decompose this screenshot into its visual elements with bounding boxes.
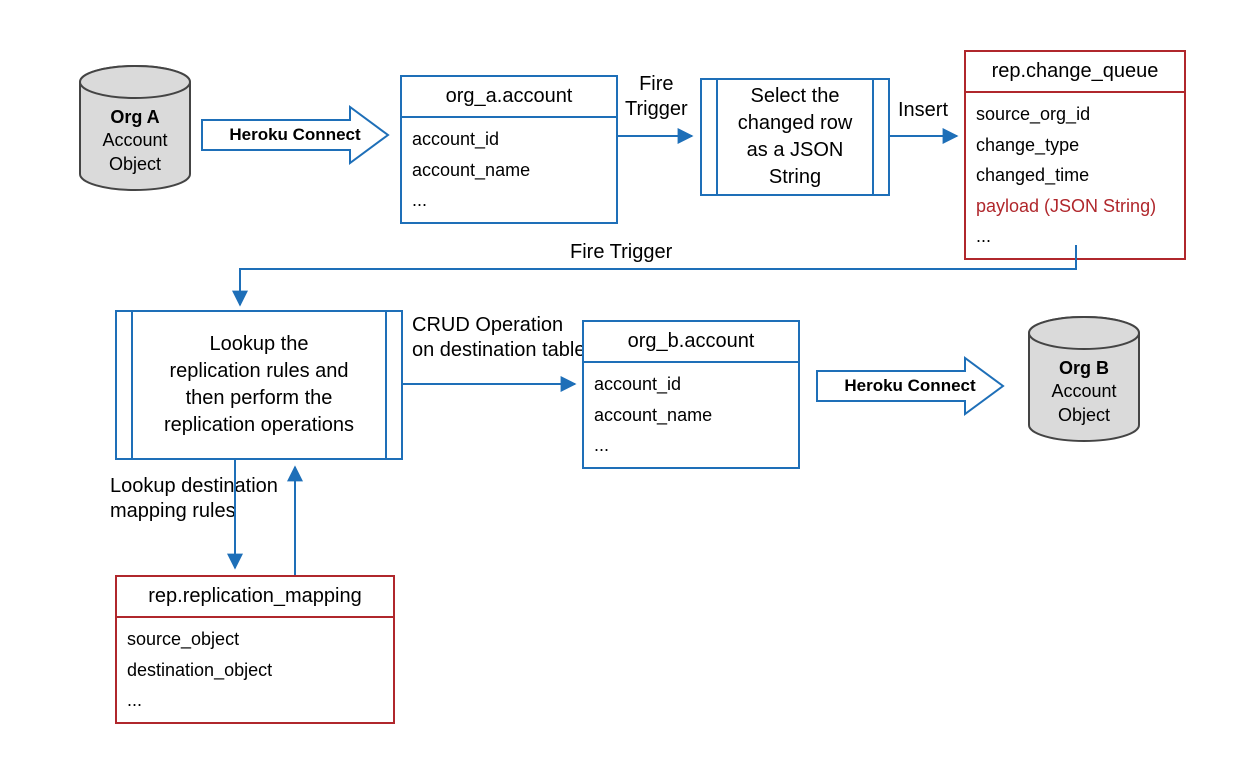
change-queue-row: changed_time [976,160,1174,191]
table-a-name: org_a.account [402,77,616,118]
process-lookup: Lookup the replication rules and then pe… [115,310,403,460]
rep-mapping-row: destination_object [127,655,383,686]
heroku-connect-arrow-2: Heroku Connect [815,356,1005,416]
change-queue-row-payload: payload (JSON String) [976,191,1174,222]
change-queue-row: change_type [976,130,1174,161]
db-b-title: Org B [1059,358,1109,378]
table-a-row: account_name [412,155,606,186]
replication-diagram: Org A Account Object Heroku Connect org_… [0,0,1253,776]
heroku-connect-label-2: Heroku Connect [844,376,975,396]
db-a-sub2: Object [109,154,161,174]
table-b-row: ... [594,430,788,461]
rep-mapping-row: source_object [127,624,383,655]
arrow-mapping-double [200,460,340,580]
change-queue-name: rep.change_queue [966,52,1184,93]
table-change-queue: rep.change_queue source_org_id change_ty… [964,50,1186,260]
arrow-to-select [618,126,700,146]
db-b-sub1: Account [1051,381,1116,401]
rep-mapping-row: ... [127,685,383,716]
table-b-row: account_name [594,400,788,431]
table-a-row: ... [412,185,606,216]
label-crud: CRUD Operation on destination table [412,313,585,363]
db-b-sub2: Object [1058,405,1110,425]
label-fire-trigger-1: Fire Trigger [625,72,688,122]
change-queue-row: source_org_id [976,99,1174,130]
table-b-name: org_b.account [584,322,798,363]
db-org-b: Org B Account Object [1024,315,1144,445]
table-b-row: account_id [594,369,788,400]
db-a-sub1: Account [102,130,167,150]
db-org-a: Org A Account Object [75,64,195,194]
label-insert: Insert [898,98,948,123]
process-select-json: Select the changed row as a JSON String [700,78,890,196]
db-a-title: Org A [110,107,159,127]
arrow-crud [403,374,583,394]
table-a-row: account_id [412,124,606,155]
arrow-insert [890,126,965,146]
arrow-fire-trigger-2 [210,245,1110,315]
rep-mapping-name: rep.replication_mapping [117,577,393,618]
table-org-b-account: org_b.account account_id account_name ..… [582,320,800,469]
heroku-connect-arrow-1: Heroku Connect [200,105,390,165]
heroku-connect-label-1: Heroku Connect [229,125,360,145]
table-org-a-account: org_a.account account_id account_name ..… [400,75,618,224]
table-replication-mapping: rep.replication_mapping source_object de… [115,575,395,724]
